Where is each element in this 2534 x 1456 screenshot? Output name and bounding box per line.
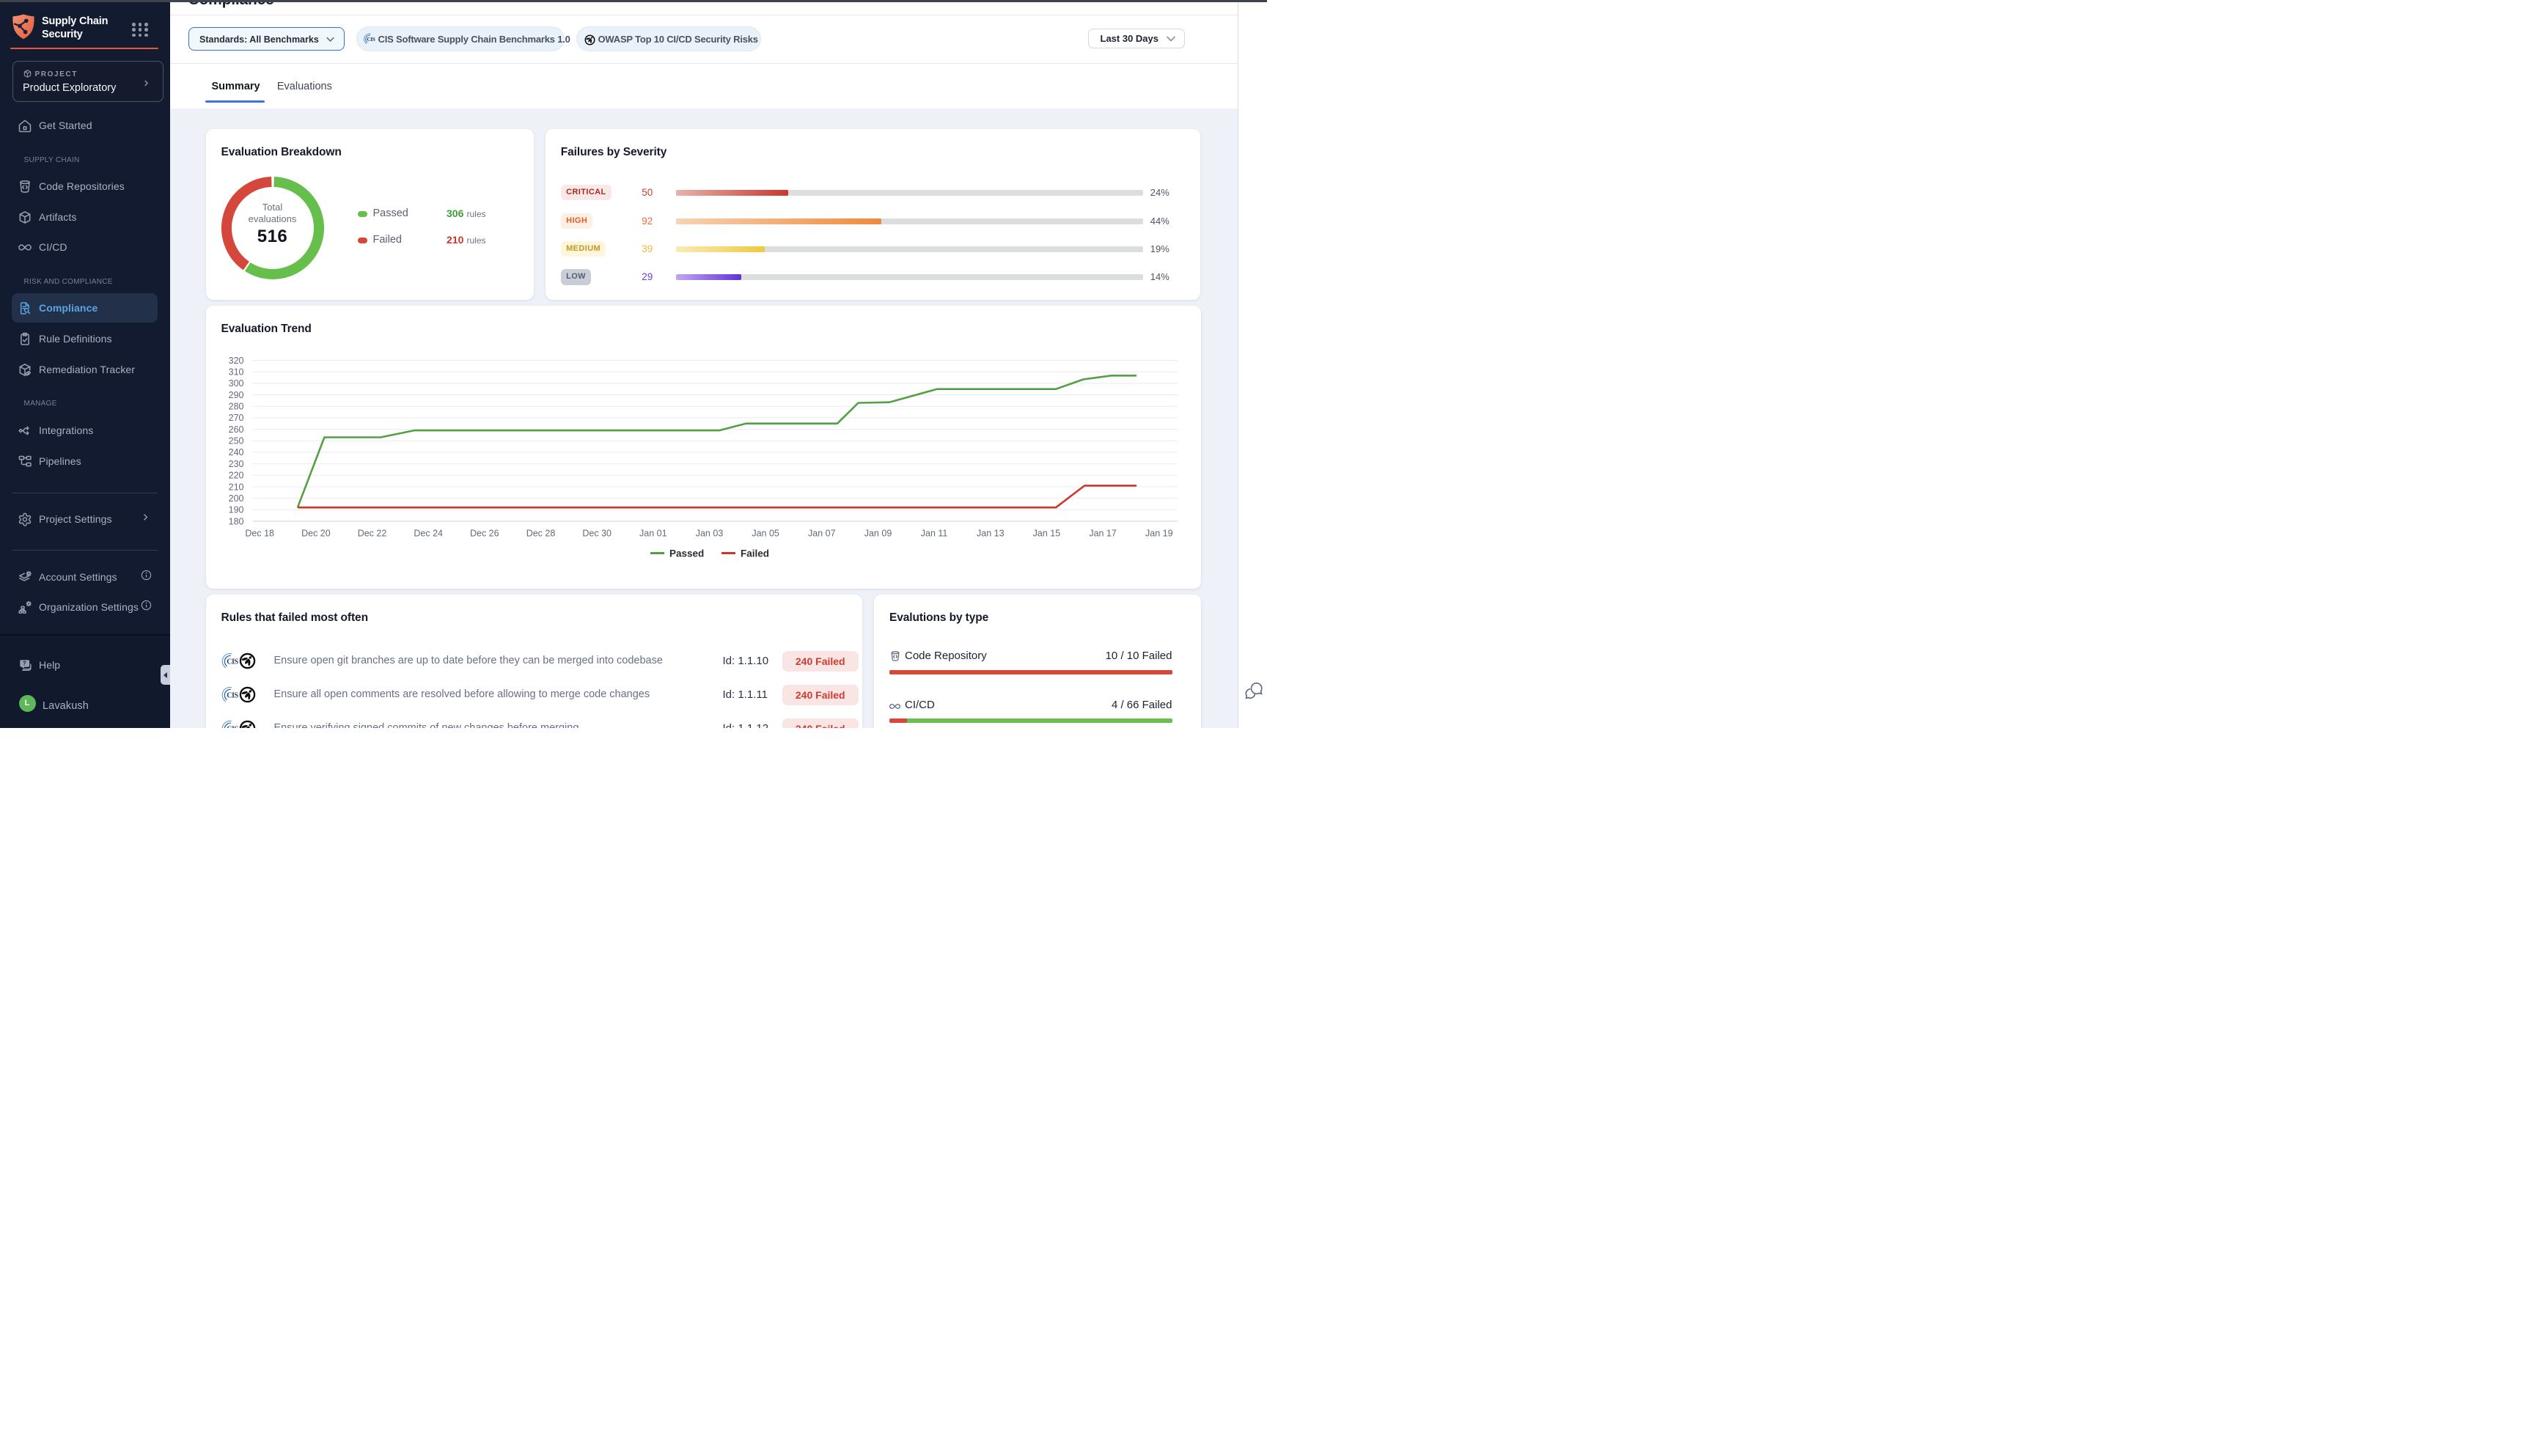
svg-text:280: 280 bbox=[228, 402, 243, 412]
svg-text:Failed: Failed bbox=[741, 548, 769, 559]
svg-text:230: 230 bbox=[228, 459, 243, 469]
svg-text:Jan 05: Jan 05 bbox=[752, 529, 779, 539]
svg-text:CIS: CIS bbox=[227, 658, 238, 666]
svg-text:Dec 22: Dec 22 bbox=[357, 529, 386, 539]
svg-text:Jan 09: Jan 09 bbox=[864, 529, 892, 539]
svg-text:Dec 26: Dec 26 bbox=[469, 529, 499, 539]
svg-text:?: ? bbox=[23, 660, 26, 666]
svg-text:270: 270 bbox=[228, 413, 243, 423]
svg-text:220: 220 bbox=[228, 471, 243, 481]
svg-text:310: 310 bbox=[228, 367, 243, 378]
svg-text:290: 290 bbox=[228, 390, 243, 400]
svg-text:210: 210 bbox=[228, 482, 243, 492]
svg-text:Jan 19: Jan 19 bbox=[1145, 529, 1173, 539]
svg-text:190: 190 bbox=[228, 505, 243, 515]
svg-text:320: 320 bbox=[228, 356, 243, 366]
svg-text:300: 300 bbox=[228, 378, 243, 389]
svg-text:180: 180 bbox=[228, 516, 243, 526]
svg-text:Jan 13: Jan 13 bbox=[977, 529, 1005, 539]
svg-text:Dec 18: Dec 18 bbox=[245, 529, 274, 539]
svg-text:Jan 15: Jan 15 bbox=[1032, 529, 1060, 539]
svg-text:CIS: CIS bbox=[367, 36, 375, 43]
svg-text:240: 240 bbox=[228, 447, 243, 457]
svg-text:Jan 03: Jan 03 bbox=[695, 529, 723, 539]
svg-text:Dec 24: Dec 24 bbox=[414, 529, 443, 539]
svg-text:Jan 11: Jan 11 bbox=[920, 529, 947, 539]
svg-text:CIS: CIS bbox=[227, 726, 238, 728]
svg-text:Dec 30: Dec 30 bbox=[582, 529, 612, 539]
svg-text:CIS: CIS bbox=[227, 692, 238, 700]
svg-text:Passed: Passed bbox=[669, 548, 704, 559]
svg-text:Jan 07: Jan 07 bbox=[808, 529, 836, 539]
svg-text:200: 200 bbox=[228, 493, 243, 504]
svg-text:Dec 20: Dec 20 bbox=[301, 529, 331, 539]
svg-text:260: 260 bbox=[228, 424, 243, 435]
svg-text:250: 250 bbox=[228, 436, 243, 446]
svg-text:Jan 17: Jan 17 bbox=[1089, 529, 1117, 539]
svg-text:Jan 01: Jan 01 bbox=[639, 529, 667, 539]
svg-text:Dec 28: Dec 28 bbox=[526, 529, 555, 539]
